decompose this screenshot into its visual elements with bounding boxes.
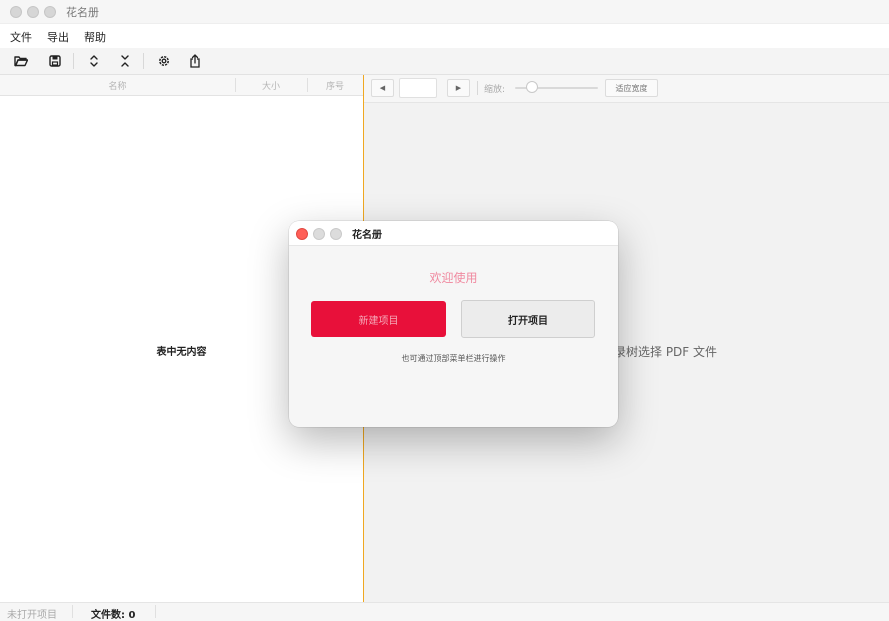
prev-page-button[interactable]: ◀ <box>371 79 394 97</box>
status-file-count: 文件数: 0 <box>91 610 136 621</box>
menu-help[interactable]: 帮助 <box>84 29 106 45</box>
welcome-dialog: 花名册 欢迎使用 新建项目 打开项目 也可通过顶部菜单栏进行操作 <box>289 221 618 427</box>
new-project-button[interactable]: 新建项目 <box>311 301 446 337</box>
menu-export[interactable]: 导出 <box>47 29 69 45</box>
window-title: 花名册 <box>66 6 99 19</box>
page-number-input[interactable] <box>399 78 437 98</box>
dialog-titlebar: 花名册 <box>289 221 618 246</box>
toolbar-separator <box>477 81 478 95</box>
pdf-toolbar: ◀ ▶ 缩放: 适应宽度 <box>364 75 889 103</box>
toolbar <box>0 48 889 75</box>
column-header-index[interactable]: 序号 <box>307 79 363 92</box>
dialog-hint: 也可通过顶部菜单栏进行操作 <box>401 354 506 363</box>
settings-icon[interactable] <box>155 52 173 70</box>
dialog-title: 花名册 <box>352 230 382 241</box>
dialog-close-button[interactable] <box>296 228 308 240</box>
expand-icon[interactable] <box>85 52 103 70</box>
status-project: 未打开项目 <box>7 610 57 621</box>
share-icon[interactable] <box>186 52 204 70</box>
column-header-name[interactable]: 名称 <box>0 79 235 92</box>
dialog-zoom-button[interactable] <box>330 228 342 240</box>
save-icon[interactable] <box>46 52 64 70</box>
minimize-window-button[interactable] <box>27 6 39 18</box>
close-window-button[interactable] <box>10 6 22 18</box>
table-header: 名称 大小 序号 <box>0 75 363 96</box>
menu-bar: 文件 导出 帮助 <box>0 23 889 49</box>
column-header-size[interactable]: 大小 <box>235 79 307 92</box>
next-page-button[interactable]: ▶ <box>447 79 470 97</box>
fit-width-button[interactable]: 适应宽度 <box>605 79 658 97</box>
zoom-label: 缩放: <box>484 85 506 95</box>
window-titlebar: 花名册 <box>0 0 889 23</box>
zoom-slider-knob[interactable] <box>525 81 538 93</box>
status-divider <box>72 605 73 618</box>
dialog-minimize-button[interactable] <box>313 228 325 240</box>
zoom-window-button[interactable] <box>44 6 56 18</box>
toolbar-separator <box>73 53 74 69</box>
status-divider <box>155 605 156 618</box>
menu-file[interactable]: 文件 <box>10 29 32 45</box>
folder-open-icon[interactable] <box>12 52 30 70</box>
status-bar: 未打开项目 文件数: 0 <box>0 602 889 621</box>
collapse-icon[interactable] <box>116 52 134 70</box>
welcome-heading: 欢迎使用 <box>429 271 478 285</box>
open-project-button[interactable]: 打开项目 <box>461 300 595 338</box>
toolbar-separator <box>143 53 144 69</box>
pdf-placeholder-hint: 录树选择 PDF 文件 <box>614 345 718 359</box>
